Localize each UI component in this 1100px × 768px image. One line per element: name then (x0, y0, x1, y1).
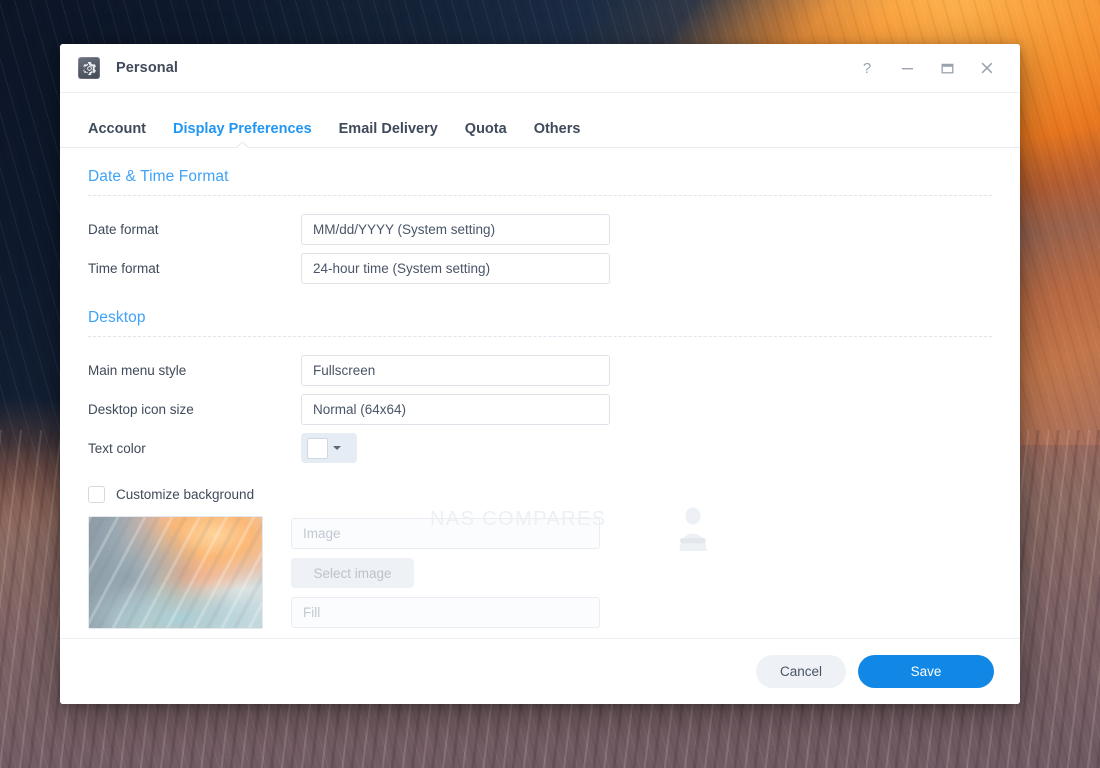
window-footer: Cancel Save (60, 638, 1020, 704)
desktop-icon-size-value: Normal (64x64) (313, 401, 407, 417)
date-format-select[interactable]: MM/dd/YYYY (System setting) (301, 213, 610, 245)
select-image-button: Select image (291, 558, 414, 588)
section-title-desktop: Desktop (88, 309, 146, 326)
chevron-down-icon (333, 446, 341, 450)
label-main-menu-style: Main menu style (88, 362, 187, 378)
label-desktop-icon-size: Desktop icon size (88, 401, 194, 417)
background-fit-select: Fill (291, 597, 600, 628)
personal-settings-window: Personal ? Account Display Preferences E… (60, 44, 1020, 704)
main-menu-style-select[interactable]: Fullscreen (301, 354, 610, 386)
tab-bar: Account Display Preferences Email Delive… (60, 93, 1020, 148)
label-time-format: Time format (88, 260, 160, 276)
label-date-format: Date format (88, 221, 159, 237)
maximize-button[interactable] (928, 52, 966, 84)
tab-email-delivery[interactable]: Email Delivery (339, 121, 438, 141)
desktop-icon-size-select[interactable]: Normal (64x64) (301, 393, 610, 425)
window-title: Personal (116, 60, 179, 76)
row-time-format: Time format 24-hour time (System setting… (88, 249, 992, 287)
row-main-menu-style: Main menu style Fullscreen (88, 351, 992, 389)
time-format-select[interactable]: 24-hour time (System setting) (301, 252, 610, 284)
row-date-format: Date format MM/dd/YYYY (System setting) (88, 210, 992, 248)
maximize-icon (941, 63, 953, 73)
row-desktop-icon-size: Desktop icon size Normal (64x64) (88, 390, 992, 428)
tab-quota[interactable]: Quota (465, 121, 507, 141)
time-format-value: 24-hour time (System setting) (313, 260, 491, 276)
section-divider-date-time (88, 195, 992, 196)
minimize-icon (901, 67, 913, 69)
help-button[interactable]: ? (848, 52, 886, 84)
gear-icon (78, 57, 100, 79)
desktop-wallpaper: Personal ? Account Display Preferences E… (0, 0, 1100, 768)
date-format-value: MM/dd/YYYY (System setting) (313, 221, 496, 237)
minimize-button[interactable] (888, 52, 926, 84)
background-preview-thumbnail (88, 516, 263, 629)
close-icon (981, 62, 993, 74)
main-menu-style-value: Fullscreen (313, 362, 376, 378)
text-color-picker[interactable] (301, 433, 357, 463)
background-settings-block: Image Select image Fill (88, 516, 992, 629)
tab-others[interactable]: Others (534, 121, 581, 141)
tab-account[interactable]: Account (88, 121, 146, 141)
tab-display-preferences[interactable]: Display Preferences (173, 121, 312, 141)
background-type-select: Image (291, 518, 600, 549)
row-customize-background: Customize background (88, 482, 992, 506)
help-icon: ? (862, 59, 872, 77)
customize-background-label: Customize background (116, 486, 255, 502)
cancel-button[interactable]: Cancel (756, 655, 846, 688)
close-button[interactable] (968, 52, 1006, 84)
window-controls: ? (848, 52, 1006, 84)
background-controls: Image Select image Fill (291, 516, 600, 628)
section-title-date-time: Date & Time Format (88, 168, 229, 185)
background-type-value: Image (303, 526, 341, 541)
background-fit-value: Fill (303, 605, 321, 620)
row-text-color: Text color (88, 429, 992, 467)
window-titlebar: Personal ? (60, 44, 1020, 93)
customize-background-checkbox[interactable] (88, 485, 105, 503)
settings-body: Date & Time Format Date format MM/dd/YYY… (60, 148, 1020, 638)
save-button[interactable]: Save (858, 655, 994, 688)
section-divider-desktop (88, 336, 992, 337)
color-swatch (307, 437, 328, 459)
tab-list: Account Display Preferences Email Delive… (60, 107, 1020, 141)
label-text-color: Text color (88, 440, 146, 456)
